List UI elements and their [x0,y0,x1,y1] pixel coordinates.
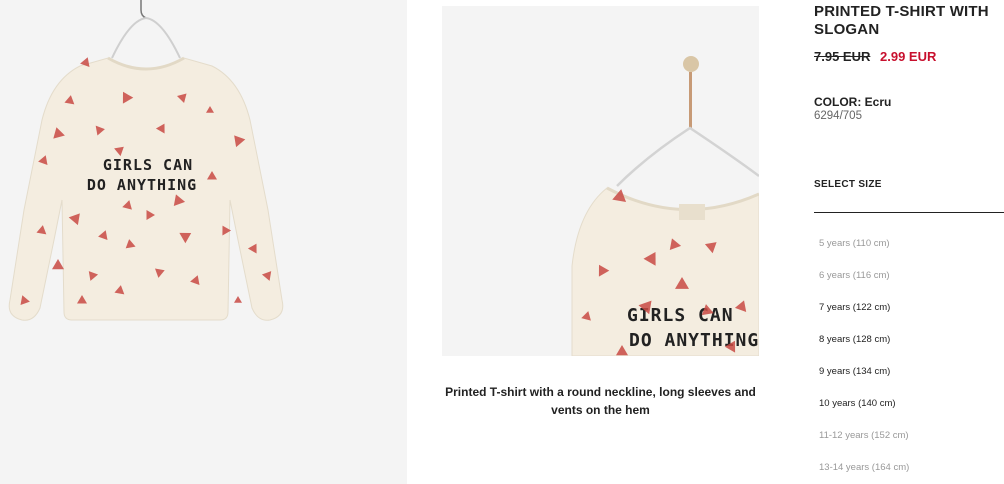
size-option[interactable]: 8 years (128 cm) [814,334,1004,366]
detail-slogan-line2: DO ANYTHING [629,330,759,351]
divider [814,212,1004,213]
product-info-panel: PRINTED T-SHIRT WITH SLOGAN 7.95 EUR 2.9… [814,0,1004,484]
size-option[interactable]: 5 years (110 cm) [814,238,1004,270]
original-price: 7.95 EUR [814,49,871,64]
triangle-print [52,259,64,270]
triangle-print [234,296,242,303]
product-title: PRINTED T-SHIRT WITH SLOGAN [814,3,989,38]
size-option[interactable]: 6 years (116 cm) [814,270,1004,302]
product-image-main[interactable]: GIRLS CAN DO ANYTHING [0,0,407,484]
size-option[interactable]: 11-12 years (152 cm) [814,430,1004,462]
price-block: 7.95 EUR 2.99 EUR [814,49,1004,64]
tshirt-detail-illustration: GIRLS CAN DO ANYTHING [571,56,759,356]
shirt-slogan-line1: GIRLS CAN [103,156,193,174]
color-label: COLOR: Ecru [814,95,892,109]
size-option[interactable]: 9 years (134 cm) [814,366,1004,398]
size-list: 5 years (110 cm) 6 years (116 cm) 7 years … [814,238,1004,484]
size-option[interactable]: 13-14 years (164 cm) [814,462,1004,484]
product-reference: 6294/705 [814,110,862,122]
tshirt-front-illustration: GIRLS CAN DO ANYTHING [8,0,284,321]
sale-price: 2.99 EUR [880,49,937,64]
product-description: Printed T-shirt with a round neckline, l… [445,385,756,417]
product-image-detail[interactable]: GIRLS CAN DO ANYTHING [442,6,759,356]
size-option[interactable]: 10 years (140 cm) [814,398,1004,430]
size-option[interactable]: 7 years (122 cm) [814,302,1004,334]
select-size-label: SELECT SIZE [814,179,882,190]
shirt-slogan-line2: DO ANYTHING [87,176,197,194]
